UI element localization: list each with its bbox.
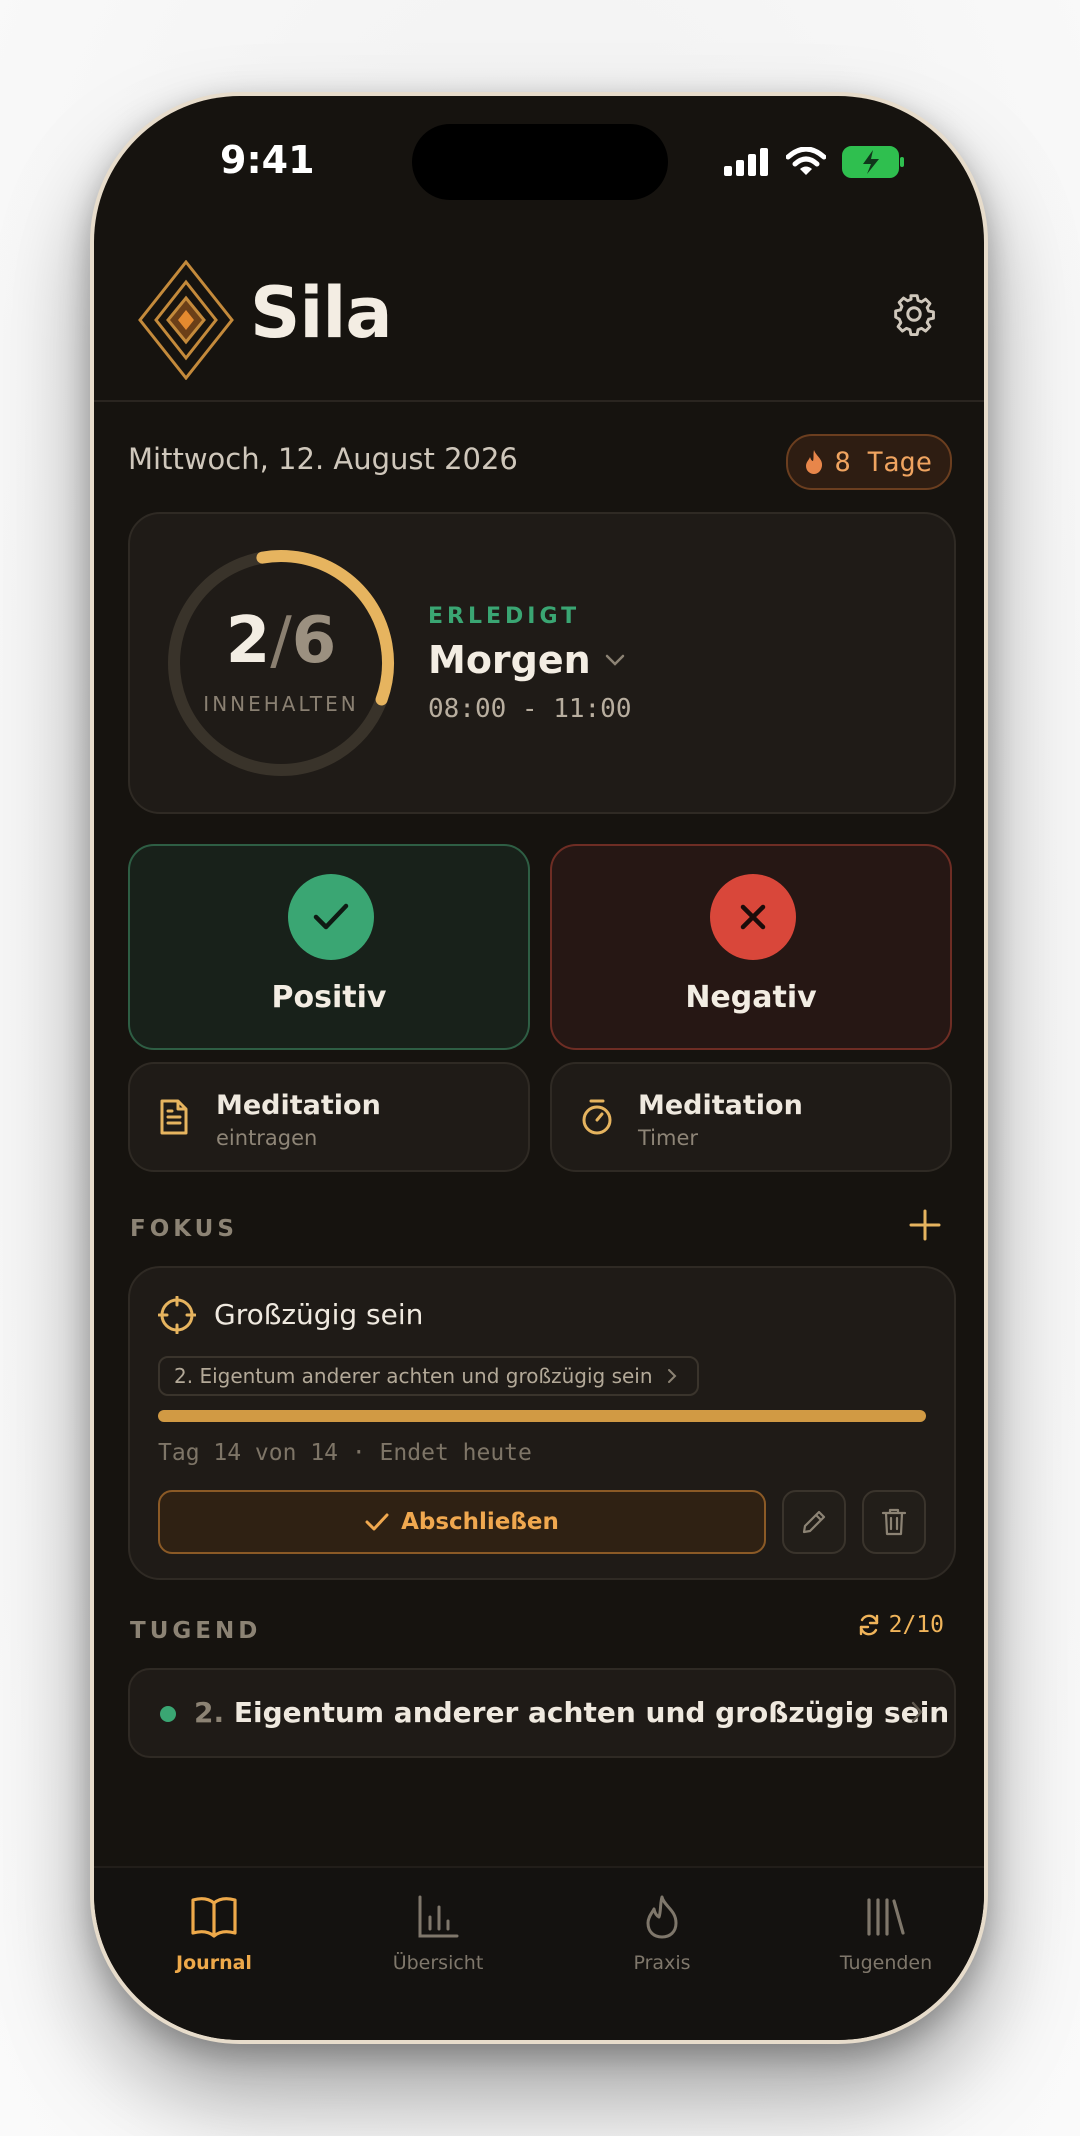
focus-days-label: Tag 14 von 14 · Endet heute [158, 1440, 532, 1466]
meditation-log-sub: eintragen [216, 1126, 318, 1150]
negative-label: Negativ [685, 980, 817, 1015]
virtue-cycle-counter[interactable]: 2/10 [857, 1612, 944, 1638]
battery-icon [842, 146, 904, 178]
session-selector[interactable]: Morgen [428, 638, 625, 682]
tab-overview[interactable]: Übersicht [338, 1888, 538, 1974]
session-status: ERLEDIGT [428, 604, 581, 629]
meditation-timer-button[interactable]: Meditation Timer [550, 1062, 952, 1172]
library-icon [867, 1898, 905, 1936]
logo-icon [138, 260, 234, 380]
document-icon [160, 1099, 188, 1135]
virtue-count-label: 2/10 [888, 1612, 944, 1638]
virtue-number: 2. [194, 1696, 225, 1729]
edit-button[interactable] [782, 1490, 846, 1554]
app-header: Sila [94, 256, 984, 402]
progress-done: 2 [225, 604, 271, 678]
session-name: Morgen [428, 638, 591, 682]
complete-button[interactable]: Abschließen [158, 1490, 766, 1554]
chevron-right-icon [667, 1369, 676, 1383]
tab-practice[interactable]: Praxis [562, 1888, 762, 1974]
close-icon [740, 904, 766, 930]
meditation-log-button[interactable]: Meditation eintragen [128, 1062, 530, 1172]
tab-virtues-label: Tugenden [839, 1952, 933, 1974]
virtue-status-dot [160, 1706, 176, 1722]
streak-badge[interactable]: 8 Tage [786, 434, 952, 490]
virtue-text: 2. Eigentum anderer achten und großzügig… [194, 1696, 949, 1729]
tab-journal-label: Journal [176, 1952, 252, 1974]
progress-total: 6 [291, 604, 337, 678]
virtue-label: Eigentum anderer achten und großzügig se… [233, 1696, 950, 1729]
focus-chip-label: 2. Eigentum anderer achten und großzügig… [174, 1364, 653, 1388]
tab-virtues[interactable]: Tugenden [786, 1888, 984, 1974]
pencil-icon [802, 1510, 826, 1534]
app-screen: 9:41 Sila Mittwoch, 12. August 2026 8 Ta… [94, 96, 984, 2040]
tab-bar: Journal Übersicht Praxis Tugenden [94, 1866, 984, 2040]
status-time: 9:41 [220, 138, 315, 182]
wifi-icon [786, 147, 826, 175]
meditation-timer-title: Meditation [638, 1090, 803, 1121]
progress-ring-label: INNEHALTEN [203, 692, 359, 716]
chevron-right-icon [911, 1701, 923, 1723]
focus-progress-bar [158, 1410, 926, 1422]
delete-button[interactable] [862, 1490, 926, 1554]
positive-label: Positiv [271, 980, 387, 1015]
check-circle [288, 874, 374, 960]
trash-icon [881, 1508, 907, 1536]
timer-icon [582, 1099, 612, 1135]
session-time-range: 08:00 - 11:00 [428, 694, 632, 724]
flame-icon [646, 1895, 678, 1939]
focus-title: Großzügig sein [214, 1298, 424, 1331]
book-icon [191, 1897, 237, 1938]
signal-icon [724, 148, 768, 176]
refresh-icon [859, 1614, 878, 1636]
focus-virtue-chip[interactable]: 2. Eigentum anderer achten und großzügig… [158, 1356, 699, 1396]
progress-count: 2/6 [164, 604, 398, 678]
tab-overview-label: Übersicht [392, 1952, 484, 1974]
app-title: Sila [250, 272, 393, 354]
tab-journal[interactable]: Journal [114, 1888, 314, 1974]
positive-button[interactable]: Positiv [128, 844, 530, 1050]
streak-label: 8 Tage [834, 446, 932, 478]
plus-icon[interactable] [908, 1208, 942, 1242]
focus-section-title: FOKUS [130, 1216, 238, 1242]
session-progress-card[interactable]: 2/6 INNEHALTEN ERLEDIGT Morgen 08:00 - 1… [128, 512, 956, 814]
date-label: Mittwoch, 12. August 2026 [128, 442, 518, 476]
negative-button[interactable]: Negativ [550, 844, 952, 1050]
bar-chart-icon [418, 1895, 459, 1938]
virtue-row[interactable]: 2. Eigentum anderer achten und großzügig… [128, 1668, 956, 1758]
virtue-section-title: TUGEND [130, 1618, 262, 1644]
dynamic-island [412, 124, 668, 200]
gear-icon[interactable] [892, 292, 936, 336]
check-icon [365, 1513, 389, 1531]
check-icon [313, 903, 349, 930]
meditation-log-title: Meditation [216, 1090, 381, 1121]
complete-label: Abschließen [401, 1509, 559, 1535]
phone-frame: 9:41 Sila Mittwoch, 12. August 2026 8 Ta… [90, 92, 988, 2044]
status-icons [724, 146, 906, 178]
progress-separator: / [270, 604, 292, 678]
chevron-down-icon [605, 654, 624, 666]
meditation-timer-sub: Timer [638, 1126, 699, 1150]
focus-card: Großzügig sein 2. Eigentum anderer achte… [128, 1266, 956, 1580]
target-icon [158, 1296, 196, 1334]
flame-icon [806, 450, 823, 474]
tab-practice-label: Praxis [633, 1952, 691, 1974]
x-circle [710, 874, 796, 960]
